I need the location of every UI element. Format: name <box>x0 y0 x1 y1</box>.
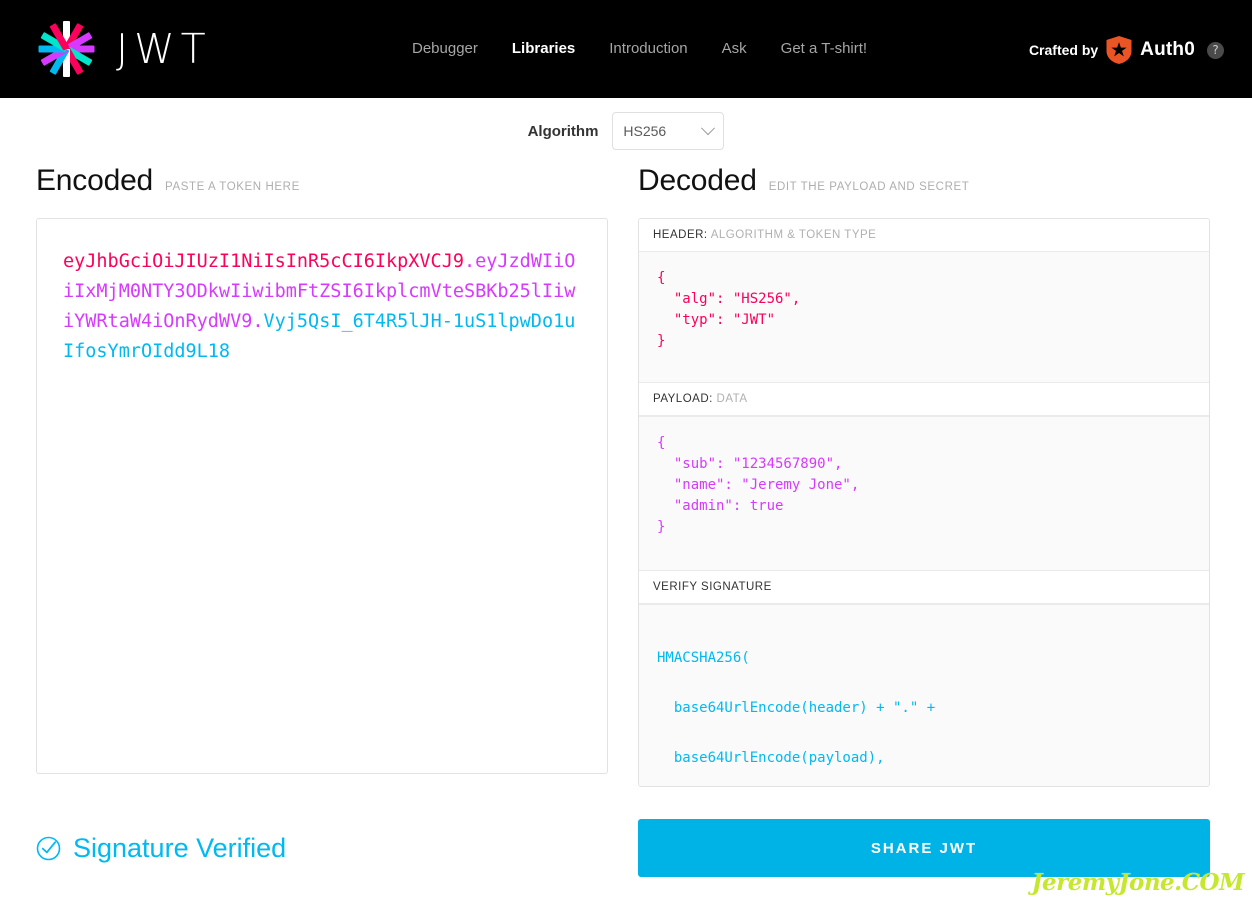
encoded-column: Encoded PASTE A TOKEN HERE eyJhbGciOiJIU… <box>36 164 608 787</box>
brand[interactable]: JWT <box>36 19 212 79</box>
signature-verified-text: Signature Verified <box>73 832 287 863</box>
header-label-mute: ALGORITHM & TOKEN TYPE <box>710 229 877 241</box>
encoded-header: Encoded PASTE A TOKEN HERE <box>36 164 608 198</box>
question-mark-icon[interactable]: ? <box>1207 41 1224 59</box>
signature-editor: HMACSHA256( base64UrlEncode(header) + ".… <box>639 604 1209 786</box>
token-separator-1: . <box>463 251 476 272</box>
footer-row: Signature Verified SHARE JWT <box>0 819 1252 877</box>
encoded-token-input[interactable]: eyJhbGciOiJIUzI1NiIsInR5cCI6IkpXVCJ9.eyJ… <box>36 218 608 774</box>
chevron-down-icon <box>701 121 716 136</box>
nav-item-ask[interactable]: Ask <box>722 40 747 57</box>
header-json-editor[interactable]: { "alg": "HS256", "typ": "JWT" } <box>639 252 1209 382</box>
auth0-name: Auth0 <box>1140 39 1195 60</box>
verify-signature-text: VERIFY SIGNATURE <box>653 581 772 593</box>
decoded-header: Decoded EDIT THE PAYLOAD AND SECRET <box>638 164 1210 198</box>
header-section-label: HEADER: ALGORITHM & TOKEN TYPE <box>639 219 1209 252</box>
crafted-by-label: Crafted by <box>1028 42 1099 58</box>
nav-item-debugger[interactable]: Debugger <box>412 40 478 57</box>
verify-signature-label: VERIFY SIGNATURE <box>639 570 1209 604</box>
nav-item-introduction[interactable]: Introduction <box>609 40 687 57</box>
signature-status: Signature Verified <box>36 833 608 864</box>
signature-line-3: base64UrlEncode(payload), <box>657 750 885 766</box>
encoded-subtitle: PASTE A TOKEN HERE <box>165 181 300 193</box>
share-jwt-button[interactable]: SHARE JWT <box>638 819 1210 877</box>
crafted-by-block: Crafted by Auth0 ? <box>1029 36 1224 64</box>
auth0-shield-icon <box>1106 36 1132 64</box>
algorithm-selected-value: HS256 <box>623 123 667 139</box>
encoded-token-text: eyJhbGciOiJIUzI1NiIsInR5cCI6IkpXVCJ9.eyJ… <box>63 247 581 367</box>
decoded-subtitle: EDIT THE PAYLOAD AND SECRET <box>768 181 970 193</box>
jwt-pinwheel-logo-icon <box>36 19 96 79</box>
nav-item-libraries[interactable]: Libraries <box>512 40 575 57</box>
token-header-part: eyJhbGciOiJIUzI1NiIsInR5cCI6IkpXVCJ9 <box>63 251 464 272</box>
decoded-title: Decoded <box>638 164 757 197</box>
decoded-column: Decoded EDIT THE PAYLOAD AND SECRET HEAD… <box>638 164 1210 787</box>
header-label-strong: HEADER: <box>653 229 708 241</box>
signature-line-2: base64UrlEncode(header) + "." + <box>657 700 936 716</box>
payload-label-strong: PAYLOAD: <box>653 393 713 405</box>
main-columns: Encoded PASTE A TOKEN HERE eyJhbGciOiJIU… <box>0 164 1252 787</box>
nav-item-get-a-tshirt[interactable]: Get a T-shirt! <box>781 40 867 57</box>
algorithm-label: Algorithm <box>527 122 599 140</box>
payload-json-editor[interactable]: { "sub": "1234567890", "name": "Jeremy J… <box>639 416 1209 570</box>
encoded-title: Encoded <box>36 164 154 197</box>
algorithm-select[interactable]: HS256 <box>612 112 725 150</box>
main-nav: Debugger Libraries Introduction Ask Get … <box>412 40 867 57</box>
algorithm-bar: Algorithm HS256 <box>0 98 1252 164</box>
decoded-panel: HEADER: ALGORITHM & TOKEN TYPE { "alg": … <box>638 218 1210 787</box>
token-separator-2: . <box>252 311 264 332</box>
signature-line-1: HMACSHA256( <box>657 650 750 666</box>
payload-section-label: PAYLOAD: DATA <box>639 382 1209 416</box>
payload-label-mute: DATA <box>716 393 748 405</box>
brand-title: JWT <box>116 25 212 73</box>
site-header: JWT Debugger Libraries Introduction Ask … <box>0 0 1252 98</box>
check-circle-icon <box>36 836 61 861</box>
